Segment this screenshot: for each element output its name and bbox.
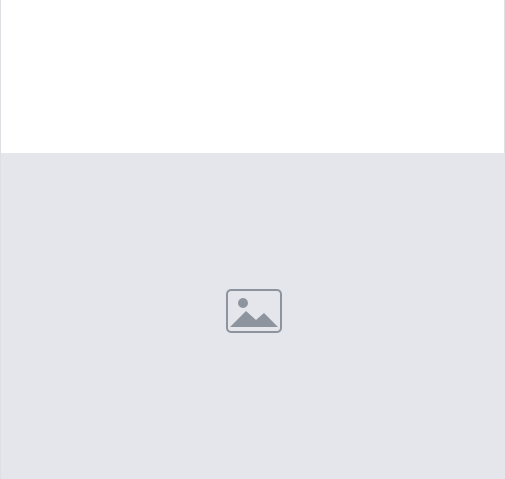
photo-placeholder	[1, 153, 505, 479]
social-post	[0, 0, 505, 479]
image-icon	[225, 289, 282, 333]
post-caption	[1, 0, 504, 150]
post-photo[interactable]	[1, 153, 505, 479]
